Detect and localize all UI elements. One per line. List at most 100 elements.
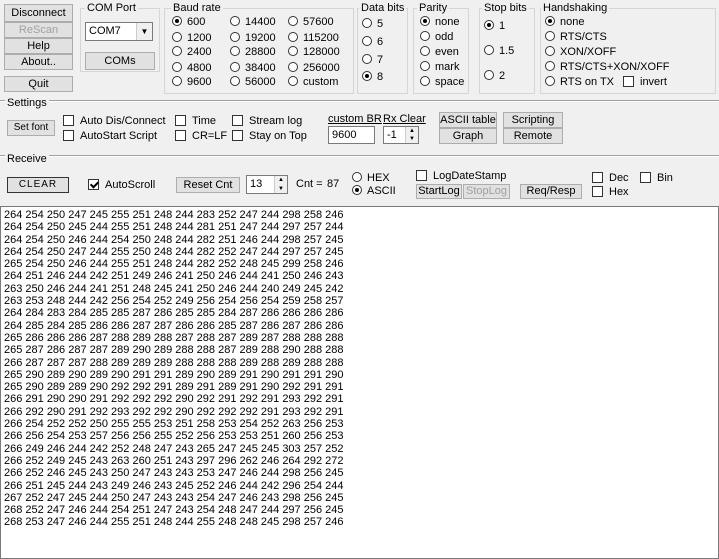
- set-font-button[interactable]: Set font: [7, 120, 55, 136]
- baud-option-custom[interactable]: custom: [288, 75, 338, 89]
- checkbox-icon: [175, 130, 186, 141]
- handshaking-option-none[interactable]: none: [545, 15, 584, 29]
- stop-log-button[interactable]: StopLog: [463, 184, 510, 199]
- baud-label: 19200: [245, 32, 276, 44]
- baud-rate-title: Baud rate: [171, 2, 223, 14]
- handshaking-option-rts-cts-xon-xoff[interactable]: RTS/CTS+XON/XOFF: [545, 60, 670, 74]
- databits-option-7[interactable]: 7: [362, 53, 383, 67]
- stopbits-option-1[interactable]: 1: [484, 19, 505, 33]
- baud-option-115200[interactable]: 115200: [288, 31, 339, 45]
- baud-label: 256000: [303, 62, 340, 74]
- ascii-table-button[interactable]: ASCII table: [439, 112, 497, 128]
- handshaking-option-xon-xoff[interactable]: XON/XOFF: [545, 45, 616, 59]
- disconnect-button[interactable]: Disconnect: [4, 4, 73, 22]
- stop-bits-title: Stop bits: [482, 2, 529, 14]
- baud-option-57600[interactable]: 57600: [288, 15, 334, 29]
- stay-on-top-checkbox[interactable]: Stay on Top: [232, 129, 307, 143]
- reset-cnt-button[interactable]: Reset Cnt: [176, 177, 240, 193]
- databits-option-6[interactable]: 6: [362, 35, 383, 49]
- auto-dis-connect-checkbox[interactable]: Auto Dis/Connect: [63, 114, 166, 128]
- handshaking-label: none: [560, 16, 585, 28]
- handshaking-label: RTS on TX: [560, 76, 615, 88]
- databits-option-5[interactable]: 5: [362, 17, 383, 31]
- autostart-script-checkbox[interactable]: AutoStart Script: [63, 129, 157, 143]
- dec-label: Dec: [609, 172, 629, 184]
- about-button[interactable]: About..: [4, 54, 73, 70]
- com-port-select[interactable]: COM7 ▼: [85, 22, 153, 41]
- stream-log-checkbox[interactable]: Stream log: [232, 114, 302, 128]
- receive-line: 263 250 246 244 241 251 248 245 241 250 …: [4, 282, 344, 295]
- radio-selected-icon: [420, 16, 430, 26]
- hex-checkbox[interactable]: Hex: [592, 185, 629, 199]
- baud-option-14400[interactable]: 14400: [230, 15, 276, 29]
- invert-checkbox[interactable]: invert: [623, 75, 667, 89]
- baud-option-38400[interactable]: 38400: [230, 61, 276, 75]
- radio-icon: [230, 76, 240, 86]
- remote-button[interactable]: Remote: [503, 128, 563, 144]
- log-date-stamp-checkbox[interactable]: LogDateStamp: [416, 169, 506, 183]
- receive-line: 265 254 250 246 244 255 251 248 244 282 …: [4, 258, 344, 271]
- baud-option-256000[interactable]: 256000: [288, 61, 340, 75]
- parity-option-even[interactable]: even: [420, 45, 459, 59]
- baud-option-2400[interactable]: 2400: [172, 45, 211, 59]
- clear-button[interactable]: CLEAR: [7, 177, 69, 193]
- parity-option-none[interactable]: none: [420, 15, 459, 29]
- dec-checkbox[interactable]: Dec: [592, 171, 629, 185]
- scripting-button[interactable]: Scripting: [503, 112, 563, 128]
- receive-text-area[interactable]: 264 254 250 247 245 255 251 248 244 283 …: [0, 206, 719, 559]
- parity-label: even: [435, 46, 459, 58]
- rescan-button[interactable]: ReScan: [4, 22, 73, 38]
- chevron-down-icon[interactable]: ▼: [136, 23, 152, 40]
- receive-separator: [0, 155, 719, 157]
- receive-line: 265 286 286 286 287 288 289 288 287 288 …: [4, 331, 344, 344]
- cnt-spinner[interactable]: 13 ▲ ▼: [246, 175, 288, 194]
- receive-line: 264 284 283 284 285 285 287 286 285 285 …: [4, 307, 344, 320]
- receive-line: 264 254 250 247 244 255 250 248 244 282 …: [4, 245, 344, 258]
- time-label: Time: [192, 115, 217, 127]
- parity-option-odd[interactable]: odd: [420, 30, 453, 44]
- spinner-arrows-icon[interactable]: ▲ ▼: [405, 127, 418, 143]
- baud-label: 2400: [187, 46, 212, 58]
- checkbox-icon: [63, 115, 74, 126]
- rx-clear-spinner[interactable]: -1 ▲ ▼: [383, 126, 419, 144]
- baud-option-19200[interactable]: 19200: [230, 31, 276, 45]
- baud-option-56000[interactable]: 56000: [230, 75, 276, 89]
- baud-option-128000[interactable]: 128000: [288, 45, 340, 59]
- radio-selected-icon: [545, 16, 555, 26]
- custom-br-input[interactable]: 9600: [328, 126, 375, 144]
- baud-option-1200[interactable]: 1200: [172, 31, 211, 45]
- autoscroll-checkbox[interactable]: AutoScroll: [88, 178, 155, 192]
- parity-option-space[interactable]: space: [420, 75, 464, 89]
- stopbits-option-2[interactable]: 2: [484, 69, 505, 83]
- settings-title: Settings: [5, 97, 49, 109]
- receive-line: 263 253 248 244 242 256 254 252 249 256 …: [4, 295, 344, 308]
- start-log-button[interactable]: StartLog: [416, 184, 462, 199]
- checkbox-checked-icon: [88, 179, 99, 190]
- cr-lf-checkbox[interactable]: CR=LF: [175, 129, 227, 143]
- databits-option-8[interactable]: 8: [362, 70, 383, 84]
- parity-option-mark[interactable]: mark: [420, 60, 459, 74]
- radio-icon: [545, 76, 555, 86]
- bin-checkbox[interactable]: Bin: [640, 171, 673, 185]
- hex-radio[interactable]: HEX: [352, 171, 390, 185]
- baud-option-28800[interactable]: 28800: [230, 45, 276, 59]
- radio-icon: [545, 61, 555, 71]
- handshaking-label: RTS/CTS+XON/XOFF: [560, 61, 670, 73]
- handshaking-option-rts-on-tx[interactable]: RTS on TX: [545, 75, 614, 89]
- quit-button[interactable]: Quit: [4, 76, 73, 92]
- baud-option-9600[interactable]: 9600: [172, 75, 211, 89]
- baud-option-4800[interactable]: 4800: [172, 61, 211, 75]
- cnt-label: Cnt =: [296, 178, 323, 190]
- spinner-arrows-icon[interactable]: ▲ ▼: [274, 176, 287, 193]
- handshaking-option-rts-cts[interactable]: RTS/CTS: [545, 30, 607, 44]
- coms-button[interactable]: COMs: [85, 52, 155, 70]
- radio-icon: [172, 46, 182, 56]
- help-button[interactable]: Help: [4, 38, 73, 54]
- graph-button[interactable]: Graph: [439, 128, 497, 144]
- req-resp-button[interactable]: Req/Resp: [520, 184, 582, 199]
- baud-option-600[interactable]: 600: [172, 15, 205, 29]
- ascii-radio[interactable]: ASCII: [352, 184, 396, 198]
- stopbits-option-1-5[interactable]: 1.5: [484, 44, 514, 58]
- radio-icon: [484, 45, 494, 55]
- time-checkbox[interactable]: Time: [175, 114, 216, 128]
